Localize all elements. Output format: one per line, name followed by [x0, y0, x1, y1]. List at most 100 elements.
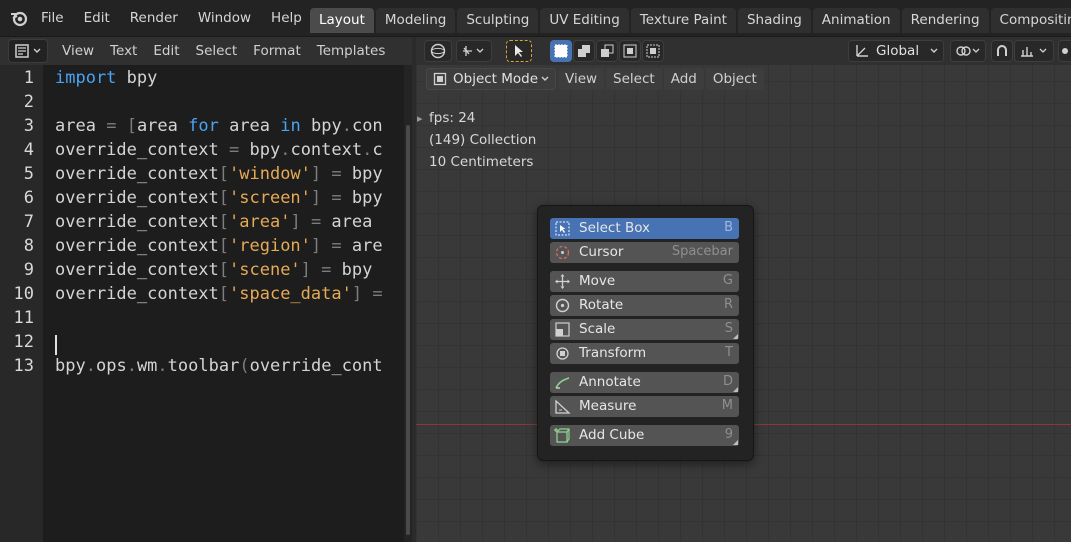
code-line[interactable]: 3 area = [area for area in bpy.con — [0, 116, 404, 140]
chevron-down-icon — [930, 48, 938, 53]
tool-select-box[interactable]: Select Box B — [550, 218, 739, 239]
snap-toggle-button[interactable] — [991, 40, 1013, 62]
scale-icon — [555, 322, 570, 337]
tool-annotate[interactable]: Annotate D — [550, 372, 739, 393]
shortcut-key: S — [724, 321, 733, 336]
te-menu-templates[interactable]: Templates — [309, 43, 394, 59]
tool-measure[interactable]: Measure M — [550, 396, 739, 417]
workspace-tab-layout[interactable]: Layout — [310, 8, 374, 33]
line-number: 12 — [13, 332, 34, 352]
menu-render[interactable]: Render — [120, 10, 188, 26]
tool-cursor[interactable]: Cursor Spacebar — [550, 242, 739, 263]
code-line[interactable]: 4 override_context = bpy.context.c — [0, 140, 404, 164]
collection-readout: (149) Collection — [429, 132, 537, 148]
select-mode-intersect-button[interactable] — [642, 40, 664, 62]
scrollbar-handle[interactable] — [406, 125, 410, 535]
text-cursor — [55, 335, 57, 355]
snap-target-dropdown[interactable] — [1014, 40, 1054, 62]
select-tool-button[interactable] — [506, 40, 532, 62]
transform-orientation-dropdown[interactable]: Global — [848, 40, 944, 62]
code-line[interactable]: 12 — [0, 332, 404, 356]
code-line[interactable]: 13 bpy.ops.wm.toolbar(override_cont — [0, 356, 404, 380]
transform-pivot-button[interactable] — [456, 40, 492, 62]
code-line[interactable]: 2 — [0, 92, 404, 116]
workspace-tab-uv-editing[interactable]: UV Editing — [540, 8, 629, 33]
code-text: override_context['region'] = are — [55, 236, 383, 256]
workspace-tab-texture-paint[interactable]: Texture Paint — [630, 8, 736, 33]
code-line[interactable]: 5 override_context['window'] = bpy — [0, 164, 404, 188]
tool-add-cube[interactable]: Add Cube 9 — [550, 425, 739, 446]
code-line[interactable]: 10 override_context['space_data'] = — [0, 284, 404, 308]
code-line[interactable]: 1 import bpy — [0, 68, 404, 92]
top-bar: File Edit Render Window Help Layout Model… — [0, 0, 1071, 37]
select-new-icon — [554, 44, 568, 58]
line-number: 2 — [23, 92, 34, 112]
tool-rotate[interactable]: Rotate R — [550, 295, 739, 316]
more-tools-indicator-icon — [733, 334, 738, 339]
menu-help[interactable]: Help — [261, 10, 312, 26]
te-menu-edit[interactable]: Edit — [145, 43, 187, 59]
line-number: 9 — [23, 260, 34, 280]
menu-window[interactable]: Window — [188, 10, 261, 26]
code-text: import bpy — [55, 68, 158, 88]
workspace-tab-rendering[interactable]: Rendering — [901, 8, 989, 33]
viewport-sphere-icon — [430, 43, 446, 59]
line-number: 4 — [23, 140, 34, 160]
annotate-icon — [555, 377, 570, 389]
tool-transform[interactable]: Transform T — [550, 343, 739, 364]
proportional-edit-button[interactable] — [1058, 40, 1071, 62]
tool-label: Transform — [579, 345, 647, 361]
menu-edit[interactable]: Edit — [74, 10, 120, 26]
editor-type-button[interactable] — [8, 39, 48, 63]
snap-increment-icon — [1021, 47, 1047, 57]
tool-label: Measure — [579, 398, 637, 414]
workspace-tab-modeling[interactable]: Modeling — [375, 8, 456, 33]
code-line[interactable]: 8 override_context['region'] = are — [0, 236, 404, 260]
text-editor-icon — [15, 44, 29, 58]
object-mode-dropdown[interactable]: Object Mode — [426, 68, 556, 90]
code-text: override_context['scene'] = bpy — [55, 260, 373, 280]
select-mode-invert-button[interactable] — [619, 40, 641, 62]
shortcut-key: G — [722, 273, 733, 288]
toolbar-popup-menu: Select Box B Cursor Spacebar Move G Rotate R Sca… — [537, 205, 754, 461]
workspace-tab-animation[interactable]: Animation — [812, 8, 900, 33]
te-menu-format[interactable]: Format — [245, 43, 309, 59]
vp-menu-object[interactable]: Object — [705, 68, 764, 90]
te-menu-view[interactable]: View — [54, 43, 102, 59]
vp-menu-view[interactable]: View — [558, 68, 605, 90]
pivot-point-dropdown[interactable] — [950, 40, 986, 62]
vp-menu-add[interactable]: Add — [663, 68, 704, 90]
tool-label: Select Box — [579, 220, 651, 236]
shortcut-key: D — [722, 374, 733, 389]
workspace-tab-sculpting[interactable]: Sculpting — [457, 8, 539, 33]
select-mode-new-button[interactable] — [550, 40, 572, 62]
te-menu-text[interactable]: Text — [102, 43, 145, 59]
select-mode-subtract-button[interactable] — [596, 40, 618, 62]
workspace-tab-shading[interactable]: Shading — [737, 8, 811, 33]
select-mode-extend-button[interactable] — [573, 40, 595, 62]
shortcut-key: T — [725, 345, 733, 360]
code-line[interactable]: 9 override_context['scene'] = bpy — [0, 260, 404, 284]
viewport-overlay-info: fps: 24 (149) Collection 10 Centimeters — [429, 107, 536, 173]
fps-readout: fps: 24 — [429, 110, 476, 126]
tool-move[interactable]: Move G — [550, 271, 739, 292]
line-number: 10 — [13, 284, 34, 304]
text-editor-scrollbar[interactable] — [404, 65, 412, 542]
te-menu-select[interactable]: Select — [188, 43, 246, 59]
chevron-right-icon[interactable]: ▸ — [417, 112, 423, 125]
workspace-tab-compositing[interactable]: Compositing — [990, 8, 1071, 33]
blender-logo-icon[interactable] — [9, 8, 29, 28]
editor-type-button-viewport[interactable] — [424, 40, 452, 62]
code-line[interactable]: 7 override_context['area'] = area — [0, 212, 404, 236]
code-text: override_context['screen'] = bpy — [55, 188, 383, 208]
code-area[interactable]: 1 import bpy 2 3 area = [area for area in bp… — [0, 65, 404, 542]
object-mode-icon — [433, 72, 447, 86]
code-line[interactable]: 11 — [0, 308, 404, 332]
code-text: bpy.ops.wm.toolbar(override_cont — [55, 356, 383, 376]
magnet-icon — [997, 45, 1007, 56]
menu-file[interactable]: File — [31, 10, 74, 26]
code-line[interactable]: 6 override_context['screen'] = bpy — [0, 188, 404, 212]
vp-menu-select[interactable]: Select — [606, 68, 662, 90]
line-number: 1 — [23, 68, 34, 88]
tool-scale[interactable]: Scale S — [550, 319, 739, 340]
